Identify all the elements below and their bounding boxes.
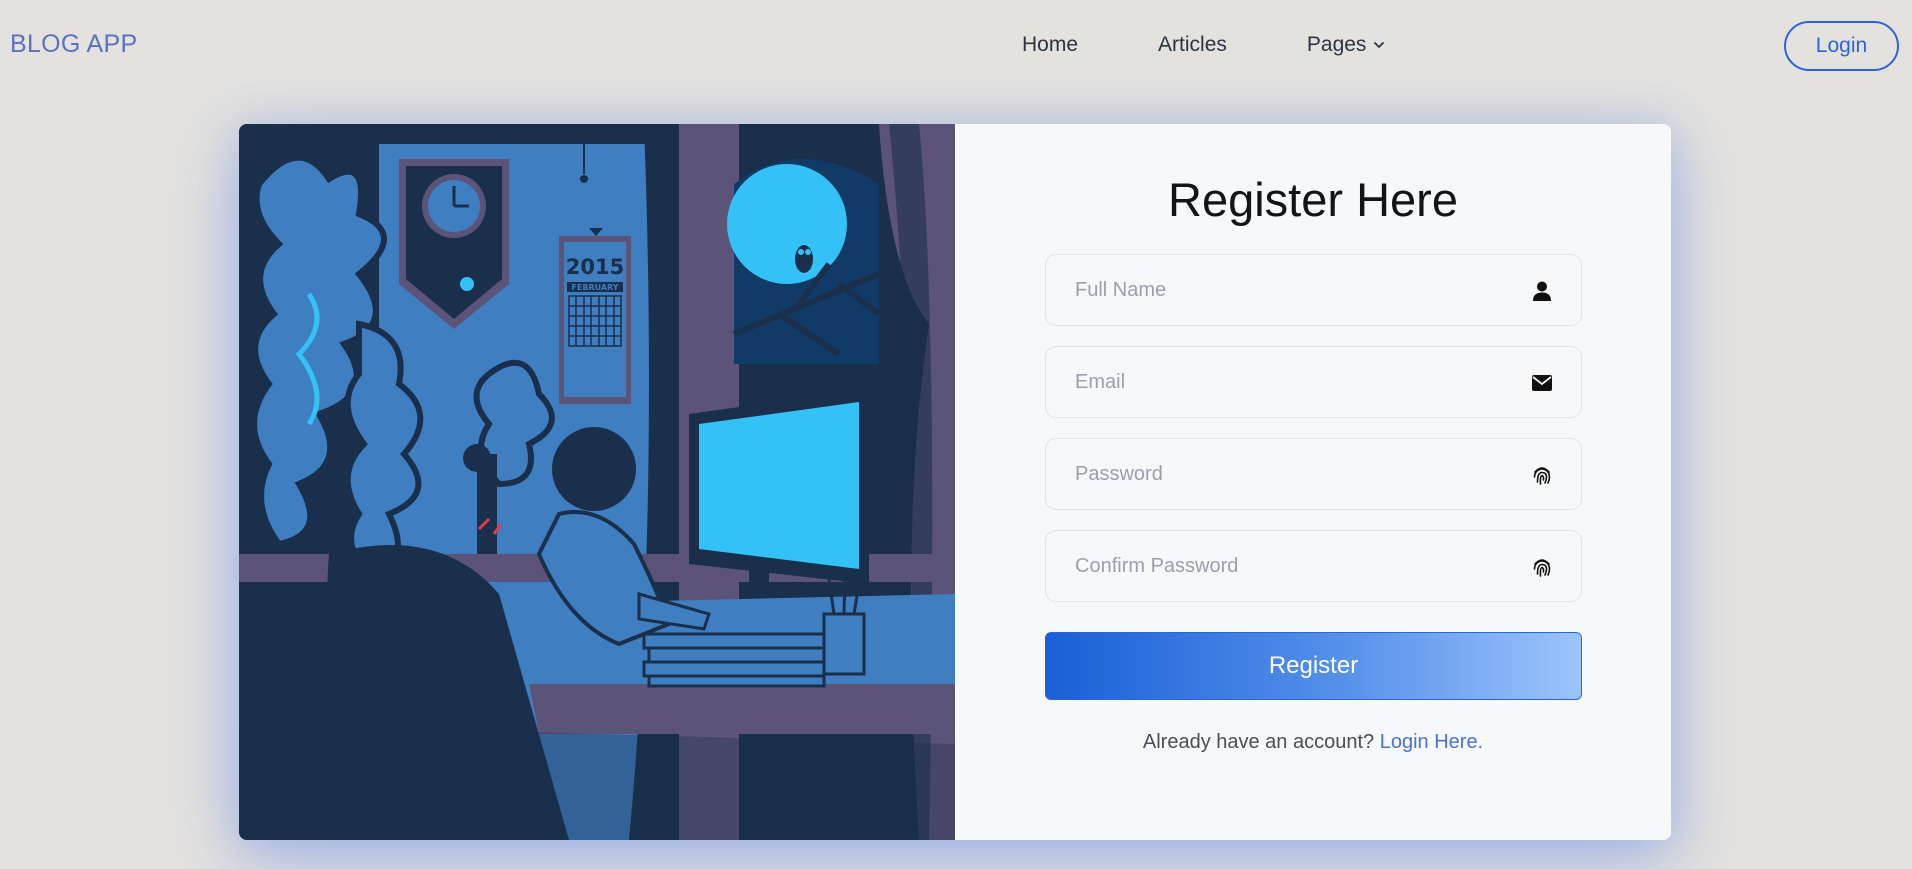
email-input[interactable] bbox=[1046, 347, 1516, 417]
nav-link-pages-label: Pages bbox=[1306, 33, 1367, 56]
nav-link-home[interactable]: Home bbox=[1022, 33, 1078, 57]
login-prompt: Already have an account? Login Here. bbox=[955, 731, 1671, 754]
password-field bbox=[1045, 438, 1582, 510]
chevron-down-icon bbox=[1373, 39, 1385, 51]
confirm-password-input[interactable] bbox=[1046, 531, 1516, 601]
form-title: Register Here bbox=[1168, 173, 1458, 226]
nav-link-pages[interactable]: Pages bbox=[1307, 33, 1386, 57]
nav-link-articles[interactable]: Articles bbox=[1158, 33, 1227, 57]
calendar-month: FEBRUARY bbox=[571, 283, 618, 292]
confirm-password-field bbox=[1045, 530, 1582, 602]
full-name-input[interactable] bbox=[1046, 255, 1516, 325]
calendar-year: 2015 bbox=[566, 255, 624, 279]
envelope-icon bbox=[1531, 372, 1553, 394]
nav-links: Home Articles Pages bbox=[1022, 33, 1385, 57]
register-button[interactable]: Register bbox=[1045, 632, 1582, 700]
fingerprint-icon bbox=[1531, 556, 1553, 578]
login-prompt-text: Already have an account? bbox=[1142, 731, 1375, 753]
login-here-link[interactable]: Login Here. bbox=[1380, 731, 1483, 753]
register-form: Register Here Full Name Email Register A… bbox=[955, 124, 1671, 840]
register-card: 2015 FEBRUARY Register Here Full Name Em… bbox=[239, 124, 1671, 840]
full-name-field bbox=[1045, 254, 1582, 326]
fingerprint-icon bbox=[1531, 464, 1553, 486]
brand-logo[interactable]: BLOG APP bbox=[10, 30, 137, 59]
email-field bbox=[1045, 346, 1582, 418]
password-input[interactable] bbox=[1046, 439, 1516, 509]
user-icon bbox=[1531, 280, 1553, 302]
navbar: BLOG APP Home Articles Pages Login bbox=[0, 0, 1912, 95]
login-button[interactable]: Login bbox=[1784, 21, 1899, 71]
illustration-image: 2015 FEBRUARY bbox=[239, 124, 955, 840]
